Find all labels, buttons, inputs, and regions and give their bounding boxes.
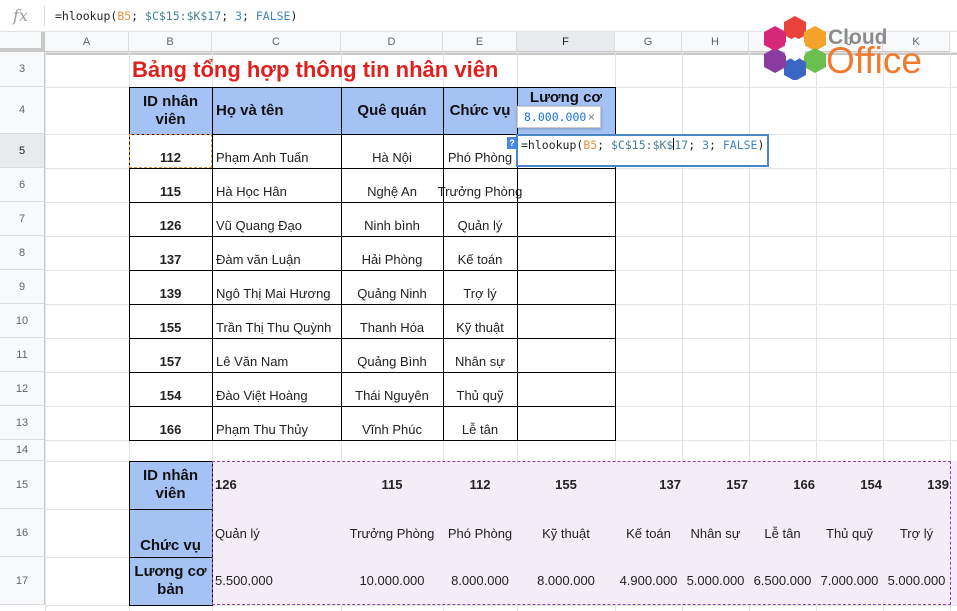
position-cell[interactable]: Nhân sự — [443, 354, 517, 369]
table1-header-2: Quê quán — [341, 87, 443, 134]
employee-id-cell[interactable]: 137 — [129, 252, 212, 267]
row-header-4[interactable]: 4 — [0, 87, 45, 134]
gridline-horizontal — [45, 338, 957, 339]
table2-header-2: Lương cơ bản — [129, 557, 212, 605]
lookup-range-marquee — [212, 461, 951, 605]
row-header-14[interactable]: 14 — [0, 440, 45, 461]
select-all-corner[interactable] — [0, 32, 45, 52]
table1-border — [517, 202, 616, 237]
active-cell-reference — [129, 134, 212, 168]
column-header-a[interactable]: A — [45, 32, 129, 52]
hometown-cell[interactable]: Quảng Ninh — [341, 286, 443, 301]
row-header-11[interactable]: 11 — [0, 338, 45, 372]
employee-id-cell[interactable]: 154 — [129, 388, 212, 403]
hometown-cell[interactable]: Thanh Hóa — [341, 320, 443, 335]
close-icon[interactable]: × — [588, 107, 595, 127]
position-cell[interactable]: Kỹ thuật — [443, 320, 517, 335]
hexagon-logo-icon — [764, 16, 826, 81]
table1-border — [517, 304, 616, 339]
employee-id-cell[interactable]: 166 — [129, 422, 212, 437]
column-header-c[interactable]: C — [212, 32, 341, 52]
gridline-horizontal — [45, 236, 957, 237]
row-header-6[interactable]: 6 — [0, 168, 45, 202]
row-header-10[interactable]: 10 — [0, 304, 45, 338]
gridline-horizontal — [45, 202, 957, 203]
row-header-16[interactable]: 16 — [0, 509, 45, 557]
row-header-5[interactable]: 5 — [0, 134, 45, 168]
hometown-cell[interactable]: Ninh bình — [341, 218, 443, 233]
hometown-cell[interactable]: Hà Nội — [341, 150, 443, 165]
gridline-horizontal — [45, 168, 957, 169]
cloud-office-logo: Cloud Office — [762, 12, 947, 81]
employee-name-cell[interactable]: Vũ Quang Đạo — [216, 218, 341, 233]
logo-text-office: Office — [826, 40, 922, 81]
gridline-horizontal — [45, 406, 957, 407]
column-header-d[interactable]: D — [341, 32, 443, 52]
sheet-title: Bảng tổng hợp thông tin nhân viên — [132, 57, 499, 82]
employee-name-cell[interactable]: Phạm Anh Tuấn — [216, 150, 341, 165]
position-cell[interactable]: Trợ lý — [443, 286, 517, 301]
table1-border — [517, 236, 616, 271]
column-header-g[interactable]: G — [615, 32, 682, 52]
position-cell[interactable]: Kế toán — [443, 252, 517, 267]
position-cell[interactable]: Quản lý — [443, 218, 517, 233]
hometown-cell[interactable]: Thái Nguyên — [341, 388, 443, 403]
row-header-12[interactable]: 12 — [0, 372, 45, 406]
gridline-horizontal — [45, 372, 957, 373]
employee-name-cell[interactable]: Hà Học Hân — [216, 184, 341, 199]
employee-name-cell[interactable]: Phạm Thu Thủy — [216, 422, 341, 437]
table1-header-0: ID nhân viên — [129, 87, 212, 134]
employee-name-cell[interactable]: Trần Thị Thu Quỳnh — [216, 320, 341, 335]
column-header-f[interactable]: F — [517, 32, 615, 52]
hometown-cell[interactable]: Vĩnh Phúc — [341, 422, 443, 437]
cell-edit-box[interactable]: =hlookup(B5; $C$15:$K$17; 3; FALSE) — [516, 134, 769, 167]
position-cell[interactable]: Trưởng Phòng — [423, 184, 537, 199]
hometown-cell[interactable]: Hải Phòng — [341, 252, 443, 267]
employee-id-cell[interactable]: 115 — [129, 184, 212, 199]
employee-name-cell[interactable]: Lê Văn Nam — [216, 354, 341, 369]
formula-input[interactable]: =hlookup(B5; $C$15:$K$17; 3; FALSE) — [55, 9, 297, 23]
gridline-horizontal — [45, 304, 957, 305]
position-cell[interactable]: Lễ tân — [443, 422, 517, 437]
table2-header-1: Chức vụ — [129, 509, 212, 557]
employee-id-cell[interactable]: 139 — [129, 286, 212, 301]
row-header-7[interactable]: 7 — [0, 202, 45, 236]
row-header-8[interactable]: 8 — [0, 236, 45, 270]
gridline-horizontal — [45, 605, 957, 606]
row-header-15[interactable]: 15 — [0, 461, 45, 509]
fx-icon: fx — [13, 6, 28, 25]
row-header-9[interactable]: 9 — [0, 270, 45, 304]
table1-header-1: Họ và tên — [212, 87, 341, 134]
gridline-horizontal — [45, 440, 957, 441]
formula-result-tooltip: 8.000.000 × — [517, 106, 601, 128]
column-header-h[interactable]: H — [682, 32, 749, 52]
formula-bar-divider — [44, 6, 45, 26]
position-cell[interactable]: Phó Phòng — [443, 150, 517, 165]
column-header-e[interactable]: E — [443, 32, 517, 52]
employee-name-cell[interactable]: Ngô Thị Mai Hương — [216, 286, 341, 301]
table1-header-3: Chức vụ — [443, 87, 517, 134]
table1-border — [517, 406, 616, 441]
hometown-cell[interactable]: Quảng Bình — [341, 354, 443, 369]
row-header-3[interactable]: 3 — [0, 52, 45, 87]
employee-id-cell[interactable]: 155 — [129, 320, 212, 335]
position-cell[interactable]: Thủ quỹ — [443, 388, 517, 403]
table2-header-0: ID nhân viên — [129, 461, 212, 509]
employee-id-cell[interactable]: 157 — [129, 354, 212, 369]
gridline-horizontal — [45, 270, 957, 271]
employee-id-cell[interactable]: 126 — [129, 218, 212, 233]
row-header-13[interactable]: 13 — [0, 406, 45, 440]
column-header-b[interactable]: B — [129, 32, 212, 52]
table1-border — [517, 372, 616, 407]
table1-border — [517, 270, 616, 305]
gridline-vertical — [45, 52, 46, 611]
row-header-17[interactable]: 17 — [0, 557, 45, 605]
employee-name-cell[interactable]: Đào Việt Hoàng — [216, 388, 341, 403]
table1-border — [517, 338, 616, 373]
employee-name-cell[interactable]: Đàm văn Luận — [216, 252, 341, 267]
